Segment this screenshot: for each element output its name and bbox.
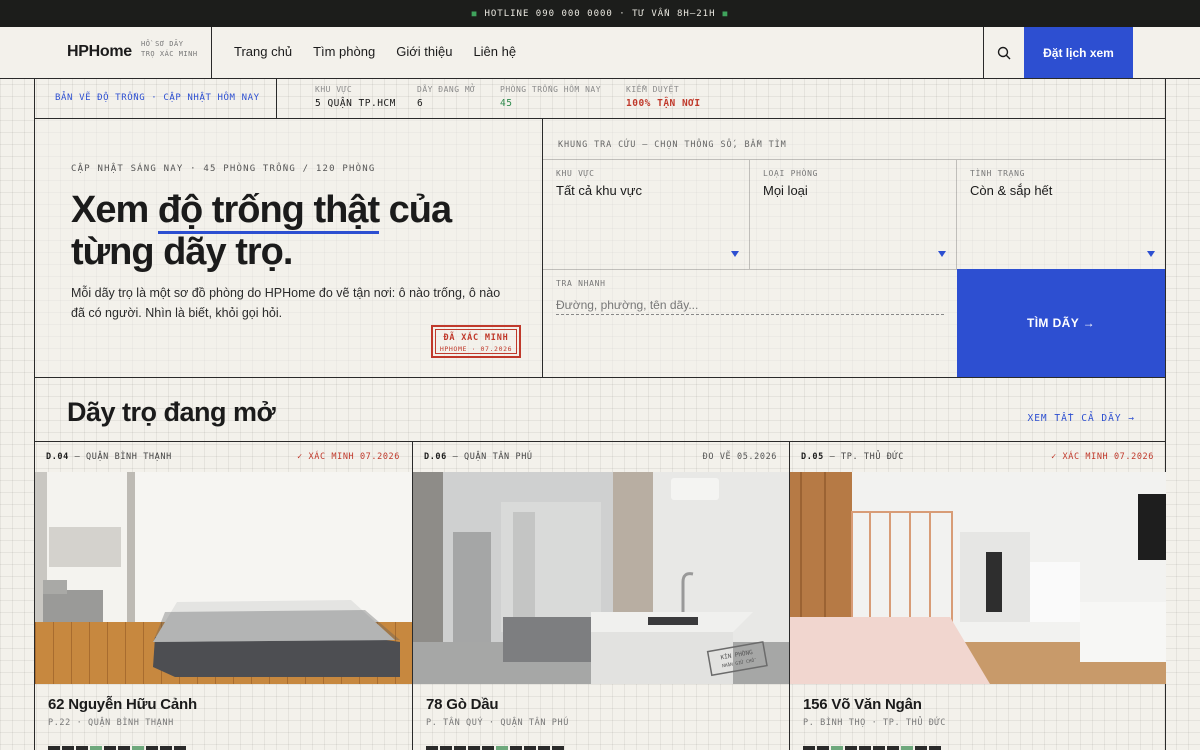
listing-location: P. TÂN QUÝ · QUẬN TÂN PHÚ [426,718,569,728]
hotline-bar: ■ HOTLINE 090 000 0000 · TƯ VẤN 8H–21H ■ [0,0,1200,27]
listing-grid: D.04 — QUẬN BÌNH THẠNH ✓ XÁC MINH 07.202… [34,442,1166,750]
open-studio-photo [790,472,1166,684]
divider [276,79,277,119]
bedroom-photo [35,472,412,684]
listing-meta: D.04 — QUẬN BÌNH THẠNH [46,452,172,462]
stat-area: KHU VỰC 5 QUẬN TP.HCM [315,85,396,109]
field-label: LOẠI PHÒNG [763,169,819,178]
site-header: HPHome HỒ SƠ DÃY TRỌ XÁC MINH Trang chủ … [0,27,1200,79]
listing-card[interactable]: D.06 — QUẬN TÂN PHÚ ĐO VẼ 05.2026 KÍN PH… [412,442,789,750]
see-all-link[interactable]: XEM TẤT CẢ DÃY → [1027,413,1135,424]
quick-search-input[interactable] [556,295,944,315]
listings-section-header: Dãy trọ đang mở XEM TẤT CẢ DÃY → [34,378,1166,442]
listing-district: TP. THỦ ĐỨC [841,452,904,462]
status-select[interactable]: TÌNH TRẠNG Còn & sắp hết [957,159,1165,269]
stat-vacant-today: PHÒNG TRỐNG HÔM NAY 45 [500,85,601,109]
stamp-title: ĐÃ XÁC MINH [443,333,509,343]
listing-card[interactable]: D.04 — QUẬN BÌNH THẠNH ✓ XÁC MINH 07.202… [35,442,412,750]
verified-badge: ✓ XÁC MINH 07.2026 [1051,452,1154,462]
listing-location: P. BÌNH THỌ · TP. THỦ ĐỨC [803,718,946,728]
stat-value: 100% TẬN NƠI [626,98,701,109]
listing-card[interactable]: D.05 — TP. THỦ ĐỨC ✓ XÁC MINH 07.2026 15… [789,442,1166,750]
find-button[interactable]: TÌM DÃY → [957,269,1165,377]
field-value: Tất cả khu vực [556,183,643,198]
form-title: KHUNG TRA CỨU — CHỌN THÔNG SỐ, BẤM TÌM [558,140,787,150]
open-studio-illustration [790,472,1166,684]
studio-kitchen-illustration: KÍN PHÒNG NHẬN GIỮ CHỖ [413,472,789,684]
nav-about[interactable]: Giới thiệu [396,44,452,59]
headline-text: Xem [71,189,158,231]
listing-address: 78 Gò Dầu [426,696,499,713]
status-dot-icon: ■ [471,9,478,18]
listing-location: P.22 · QUẬN BÌNH THẠNH [48,718,174,728]
field-label: TRA NHANH [556,279,606,288]
chevron-down-icon [1147,251,1155,257]
surveyed-badge: ĐO VẼ 05.2026 [702,452,777,462]
hotline-text: HOTLINE 090 000 0000 · TƯ VẤN 8H–21H [484,8,716,19]
divider [211,27,212,78]
field-value: Mọi loại [763,183,808,198]
headline-highlight: độ trống thật [157,189,380,234]
stat-value: 45 [500,98,513,109]
listing-district: QUẬN BÌNH THẠNH [86,452,172,462]
field-value: Còn & sắp hết [970,183,1053,198]
nav-find-room[interactable]: Tìm phòng [313,44,375,59]
verified-stamp: ĐÃ XÁC MINH HPHOME · 07.2026 [431,325,521,358]
listing-code: D.06 [424,452,447,462]
search-form: KHUNG TRA CỨU — CHỌN THÔNG SỐ, BẤM TÌM K… [543,119,1165,377]
hero-headline: Xem độ trống thật của từng dãy trọ. [71,189,511,273]
hero-lead: Mỗi dãy trọ là một sơ đồ phòng do HPHome… [71,286,501,320]
chevron-down-icon [731,251,739,257]
status-bar: BẢN VẼ ĐỘ TRỐNG · CẬP NHẬT HÔM NAY KHU V… [34,79,1166,119]
stat-value: 5 QUẬN TP.HCM [315,98,396,109]
verified-badge: ✓ XÁC MINH 07.2026 [297,452,400,462]
stamp-sub: HPHOME · 07.2026 [439,345,513,353]
field-label: KHU VỰC [556,169,595,178]
hero-intro: CẬP NHẬT SÁNG NAY · 45 PHÒNG TRỐNG / 120… [35,119,543,377]
area-select[interactable]: KHU VỰC Tất cả khu vực [543,159,750,269]
room-map [426,746,564,750]
stat-value: 6 [417,98,424,109]
stat-verification: KIỂM DUYỆT 100% TẬN NƠI [626,85,701,109]
room-type-select[interactable]: LOẠI PHÒNG Mọi loại [750,159,957,269]
chevron-down-icon [938,251,946,257]
search-button[interactable] [983,27,1024,78]
status-dot-icon: ■ [722,9,729,18]
nav-home[interactable]: Trang chủ [234,44,292,59]
listing-address: 156 Võ Văn Ngân [803,696,922,713]
search-icon [997,46,1011,59]
stat-label: KHU VỰC [315,85,353,94]
stat-label: DÃY ĐANG MỞ [417,85,476,94]
brand-logo[interactable]: HPHome [67,43,132,61]
stat-label: KIỂM DUYỆT [626,85,680,94]
stat-label: PHÒNG TRỐNG HÔM NAY [500,85,602,94]
room-map [48,746,186,750]
listing-address: 62 Nguyễn Hữu Cảnh [48,696,197,713]
section-title: Dãy trọ đang mở [67,397,276,427]
hero-panel: CẬP NHẬT SÁNG NAY · 45 PHÒNG TRỐNG / 120… [34,118,1166,378]
main-nav: Trang chủ Tìm phòng Giới thiệu Liên hệ [234,44,516,59]
status-title: BẢN VẼ ĐỘ TRỐNG · CẬP NHẬT HÔM NAY [55,93,260,103]
listing-district: QUẬN TÂN PHÚ [464,452,533,462]
listing-code: D.05 [801,452,824,462]
hero-kicker: CẬP NHẬT SÁNG NAY · 45 PHÒNG TRỐNG / 120… [71,164,376,174]
book-viewing-button[interactable]: Đặt lịch xem [1024,27,1133,78]
room-map [803,746,941,750]
bedroom-photo-illustration [35,472,412,684]
brand-tagline: HỒ SƠ DÃY TRỌ XÁC MINH [141,40,198,58]
listing-code: D.04 [46,452,69,462]
studio-kitchen-photo: KÍN PHÒNG NHẬN GIỮ CHỖ [413,472,789,684]
field-label: TÌNH TRẠNG [970,169,1026,178]
stat-open-rows: DÃY ĐANG MỞ 6 [417,85,475,109]
quick-search: TRA NHANH [543,269,957,377]
listing-meta: D.05 — TP. THỦ ĐỨC [801,452,904,462]
nav-contact[interactable]: Liên hệ [473,44,516,59]
listing-meta: D.06 — QUẬN TÂN PHÚ [424,452,533,462]
